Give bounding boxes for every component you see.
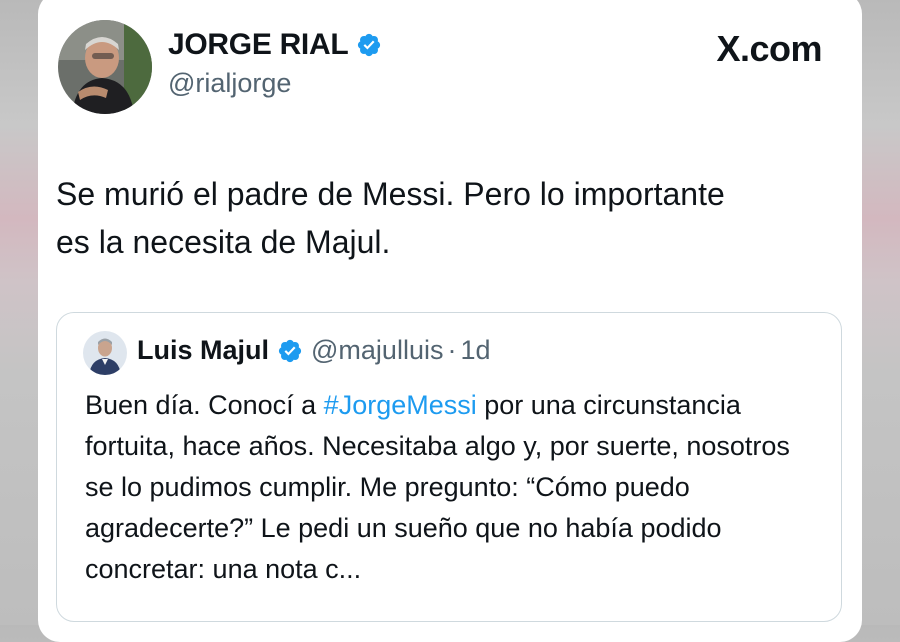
quote-author-handle[interactable]: @majulluis [311,335,443,366]
site-label: X.com [716,28,822,69]
quote-author-avatar[interactable] [83,331,127,375]
author-name-row: JORGE RIAL [168,28,382,62]
author-avatar[interactable] [58,20,152,114]
quote-text-start: Buen día. Conocí a [85,390,324,420]
author-name[interactable]: JORGE RIAL [168,28,349,62]
author-handle[interactable]: @rialjorge [168,68,291,99]
tweet-text: Se murió el padre de Messi. Pero lo impo… [56,170,836,266]
quoted-tweet[interactable]: Luis Majul @majulluis · 1d Buen día. Con… [56,312,842,622]
verified-badge-icon [278,339,302,362]
quote-author-name[interactable]: Luis Majul [137,335,269,366]
quote-header: Luis Majul @majulluis · 1d [137,335,491,366]
quote-timestamp[interactable]: 1d [460,335,490,366]
tweet-text-line-2: es la necesita de Majul. [56,224,391,260]
separator-dot: · [447,335,457,365]
tweet-text-line-1: Se murió el padre de Messi. Pero lo impo… [56,176,725,212]
hashtag-link[interactable]: #JorgeMessi [324,390,477,420]
tweet-card: JORGE RIAL @rialjorge X.com Se murió el … [38,0,862,642]
verified-badge-icon [358,33,381,57]
x-logo: X.com [716,28,822,70]
quote-text: Buen día. Conocí a #JorgeMessi por una c… [85,385,825,590]
